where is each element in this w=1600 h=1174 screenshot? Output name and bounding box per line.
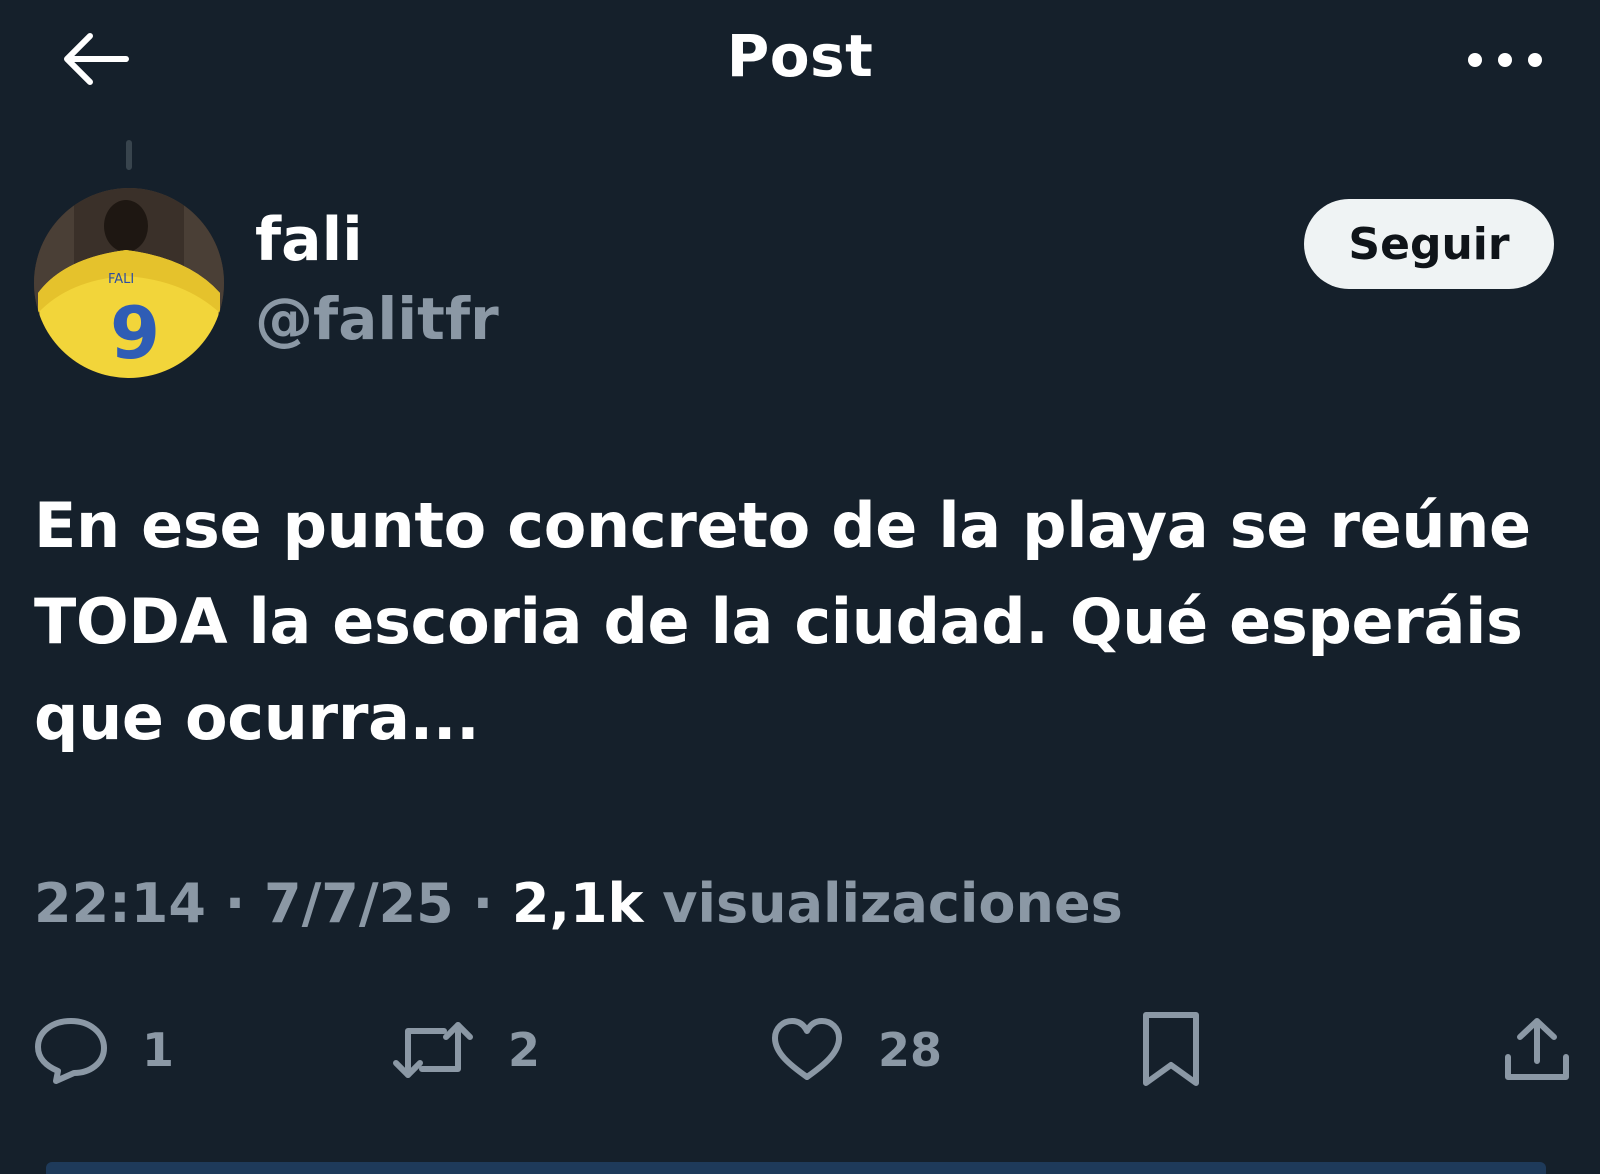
- views-count: 2,1k: [511, 872, 644, 935]
- post-meta: 22:14 · 7/7/25 · 2,1k visualizaciones: [34, 872, 1123, 935]
- action-bar: 1 2 28: [0, 1000, 1600, 1100]
- repost-button[interactable]: 2: [392, 1000, 540, 1100]
- author-display-name[interactable]: fali: [255, 205, 363, 275]
- page-title: Post: [726, 22, 874, 90]
- heart-icon: [772, 1018, 842, 1080]
- reply-button[interactable]: 1: [34, 1000, 174, 1100]
- author-handle[interactable]: @falitfr: [255, 285, 499, 353]
- avatar-image: FALI 9: [34, 188, 224, 378]
- post-detail-page: Post FALI 9 fali @falitfr Seguir En ese …: [0, 0, 1600, 1174]
- jersey-name: FALI: [108, 272, 134, 287]
- more-options-button[interactable]: [1450, 30, 1560, 90]
- bookmark-button[interactable]: [1140, 1000, 1202, 1100]
- share-icon: [1505, 1018, 1569, 1080]
- avatar[interactable]: FALI 9: [34, 188, 224, 378]
- like-button[interactable]: 28: [770, 1000, 942, 1100]
- repost-count: 2: [508, 1023, 541, 1077]
- thread-connector-line: [126, 140, 132, 170]
- top-bar: Post: [0, 0, 1600, 120]
- jersey-number: 9: [110, 291, 160, 375]
- bottom-scroll-indicator: [46, 1162, 1546, 1174]
- post-time[interactable]: 22:14: [34, 872, 206, 935]
- post-date[interactable]: 7/7/25: [264, 872, 454, 935]
- meta-separator: ·: [453, 872, 512, 935]
- reply-count: 1: [142, 1023, 175, 1077]
- reply-icon: [35, 1018, 107, 1084]
- follow-button[interactable]: Seguir: [1304, 199, 1554, 289]
- like-count: 28: [878, 1023, 943, 1077]
- post-text: En ese punto concreto de la playa se reú…: [34, 489, 1531, 754]
- more-horizontal-icon: [1468, 53, 1542, 67]
- share-button[interactable]: [1502, 1000, 1572, 1100]
- bookmark-icon: [1143, 1012, 1199, 1086]
- meta-separator: ·: [205, 872, 265, 935]
- views-label: visualizaciones: [643, 872, 1123, 935]
- repost-icon: [393, 1022, 473, 1078]
